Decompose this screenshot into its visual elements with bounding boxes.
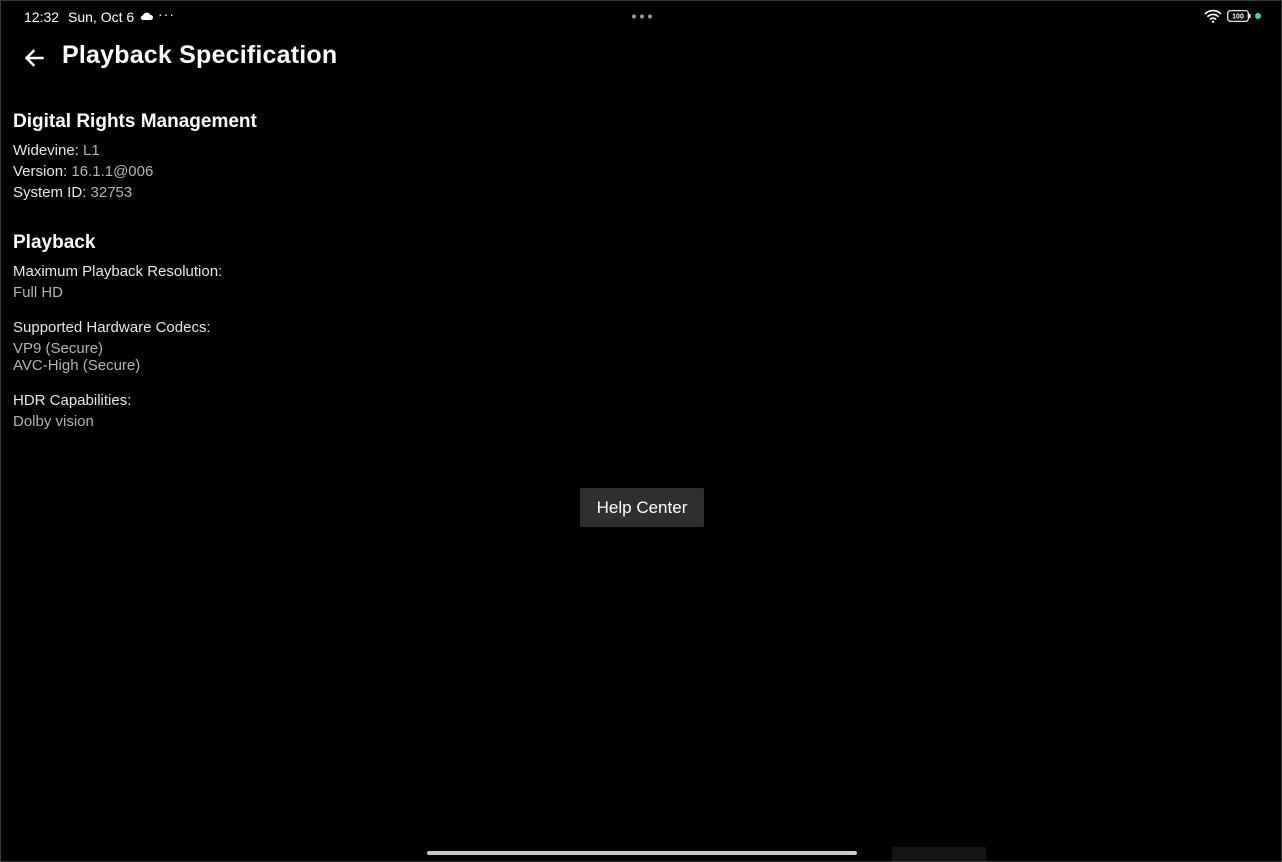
cloud-icon xyxy=(140,12,153,20)
arrow-left-icon xyxy=(24,49,44,67)
page-title: Playback Specification xyxy=(62,41,338,69)
codecs-label: Supported Hardware Codecs: xyxy=(13,319,211,336)
back-button[interactable] xyxy=(19,43,49,73)
widevine-label: Widevine: xyxy=(13,142,79,159)
codec-item: AVC-High (Secure) xyxy=(13,357,141,374)
max-resolution-label: Maximum Playback Resolution: xyxy=(13,263,223,280)
battery-level: 100 xyxy=(1232,14,1244,21)
system-id-label: System ID: xyxy=(13,184,87,201)
multiwindow-handle-icon[interactable] xyxy=(631,14,653,19)
system-id-value: 32753 xyxy=(90,184,133,201)
privacy-dot-indicator xyxy=(1255,13,1261,19)
version-value: 16.1.1@006 xyxy=(71,163,154,180)
version-row: Version: 16.1.1@006 xyxy=(13,163,153,180)
max-resolution-value: Full HD xyxy=(13,284,64,301)
widevine-value: L1 xyxy=(83,142,100,159)
app-window: 12:32 Sun, Oct 6 ··· 100 Playback Specif… xyxy=(0,0,1282,862)
widevine-row: Widevine: L1 xyxy=(13,142,100,159)
playback-section-title: Playback xyxy=(13,232,96,253)
battery-icon: 100 xyxy=(1227,10,1251,22)
status-bar: 12:32 Sun, Oct 6 ··· 100 xyxy=(1,1,1281,33)
status-time: 12:32 xyxy=(24,9,60,25)
system-id-row: System ID: 32753 xyxy=(13,184,132,201)
help-center-button[interactable]: Help Center xyxy=(580,488,704,527)
hdr-label: HDR Capabilities: xyxy=(13,392,132,409)
wifi-icon xyxy=(1204,9,1222,23)
version-label: Version: xyxy=(13,163,68,180)
status-date: Sun, Oct 6 xyxy=(68,9,135,25)
drm-section-title: Digital Rights Management xyxy=(13,111,257,132)
hdr-value: Dolby vision xyxy=(13,413,94,430)
codec-item: VP9 (Secure) xyxy=(13,340,104,357)
navigation-handle[interactable] xyxy=(427,851,857,855)
status-more-icon: ··· xyxy=(158,6,175,22)
taskbar-shade xyxy=(892,847,986,861)
